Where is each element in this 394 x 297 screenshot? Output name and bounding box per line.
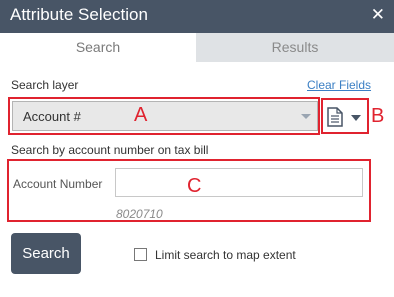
limit-to-extent-label: Limit search to map extent <box>155 248 296 262</box>
search-button[interactable]: Search <box>11 233 81 274</box>
title-bar: Attribute Selection ✕ <box>0 0 394 33</box>
document-icon <box>327 107 343 127</box>
tab-bar: Search Results <box>0 33 394 62</box>
select-arrow-area[interactable] <box>295 102 317 130</box>
account-number-input[interactable] <box>115 168 363 197</box>
account-number-label: Account Number <box>13 177 103 191</box>
search-layer-value: Account # <box>23 109 81 124</box>
search-layer-label: Search layer <box>11 78 79 92</box>
search-description: Search by account number on tax bill <box>11 143 209 157</box>
panel-title: Attribute Selection <box>10 5 148 24</box>
tab-search[interactable]: Search <box>0 33 196 62</box>
chevron-down-icon <box>301 114 311 119</box>
limit-to-extent-checkbox[interactable] <box>134 248 147 261</box>
annotation-letter-a: A <box>134 104 148 126</box>
tab-results[interactable]: Results <box>196 33 394 62</box>
search-layer-select[interactable]: Account # <box>12 101 318 131</box>
annotation-letter-c: C <box>187 175 202 197</box>
close-icon[interactable]: ✕ <box>371 5 385 25</box>
dropdown-arrow-icon <box>351 115 361 121</box>
clear-fields-link[interactable]: Clear Fields <box>307 78 371 92</box>
annotation-letter-b: B <box>371 105 385 127</box>
account-number-hint: 8020710 <box>116 207 163 221</box>
layer-options-button[interactable] <box>324 102 366 132</box>
